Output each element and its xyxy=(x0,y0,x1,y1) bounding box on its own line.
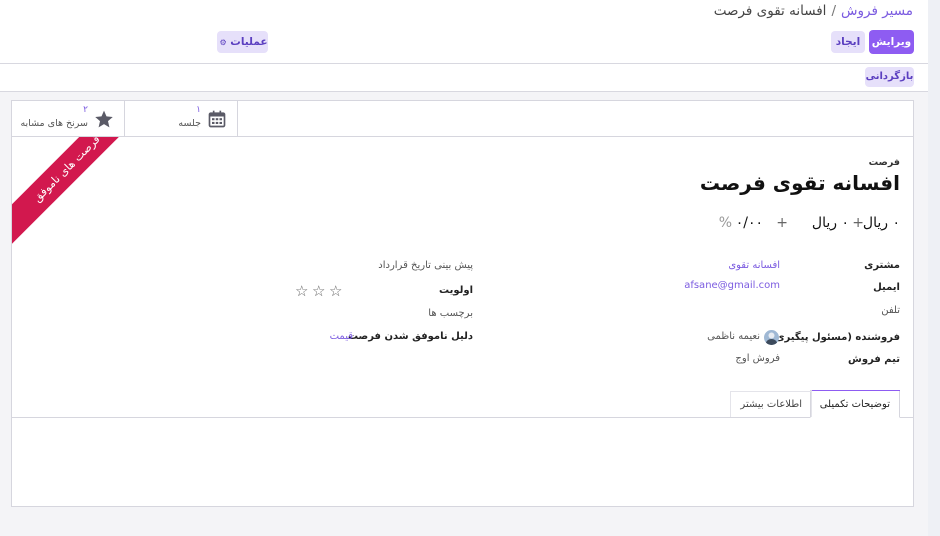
calendar-icon xyxy=(208,110,226,128)
salesperson-label: فروشنده (مسئول پیگیری) xyxy=(770,332,900,343)
lost-reason-link[interactable]: قیمت xyxy=(330,331,353,342)
recurring-revenue[interactable]: ۰ ریال xyxy=(812,215,849,231)
meetings-button[interactable]: ۱ جلسه xyxy=(125,101,238,136)
breadcrumb-current: افسانه تقوی فرصت xyxy=(713,3,827,19)
breadcrumb-parent-link[interactable]: مسیر فروش xyxy=(841,3,913,19)
gear-icon: ⚙ xyxy=(219,38,227,47)
breadcrumb: مسیر فروش /افسانه تقوی فرصت xyxy=(714,3,913,19)
breadcrumb-separator: / xyxy=(831,3,836,19)
similar-leads-label: سرنخ های مشابه xyxy=(20,118,88,129)
record-type-label: فرصت xyxy=(868,157,900,168)
plus-sign-2: + xyxy=(776,215,788,231)
email-link[interactable]: afsane@gmail.com xyxy=(684,280,780,291)
salesperson-value[interactable]: نعیمه ناظمی xyxy=(707,331,760,342)
actions-button[interactable]: ⚙ عملیات xyxy=(217,31,268,53)
expected-revenue[interactable]: ۰ ریال xyxy=(863,215,900,231)
tab-extra-info[interactable]: اطلاعات بیشتر xyxy=(730,391,812,417)
customer-link[interactable]: افسانه تقوی xyxy=(728,260,780,271)
priority-label: اولویت xyxy=(438,285,473,296)
meetings-label: جلسه xyxy=(178,118,201,129)
priority-star-1-icon[interactable]: ☆ xyxy=(329,282,342,300)
lost-ribbon: فرصت های ناموفق xyxy=(12,137,132,257)
sales-team-value[interactable]: فروش اوج xyxy=(735,353,780,364)
scrollbar[interactable] xyxy=(928,0,940,536)
tab-internal-notes[interactable]: توضیحات تکمیلی xyxy=(809,390,900,418)
active-tab-indicator xyxy=(812,390,900,391)
form-sheet: ۲ سرنخ های مشابه ۱ جلسه فرصت های ناموفق … xyxy=(11,100,914,507)
expected-closing-label: پیش بینی تاریخ قرارداد xyxy=(378,260,473,271)
similar-leads-button[interactable]: ۲ سرنخ های مشابه xyxy=(12,101,125,136)
page-title[interactable]: افسانه تقوی فرصت xyxy=(700,171,900,195)
sales-team-label: تیم فروش xyxy=(848,354,900,365)
tags-label: برچسب ها xyxy=(428,308,473,319)
actions-label: عملیات xyxy=(230,36,268,48)
probability-value[interactable]: ۰/۰۰ xyxy=(736,215,763,231)
phone-label: تلفن xyxy=(881,305,900,316)
create-button[interactable]: ایجاد xyxy=(831,31,865,53)
priority-star-3-icon[interactable]: ☆ xyxy=(295,282,308,300)
similar-leads-count: ۲ xyxy=(83,105,88,115)
priority-star-2-icon[interactable]: ☆ xyxy=(312,282,325,300)
status-bar: بازگردانی xyxy=(0,64,940,92)
restore-button[interactable]: بازگردانی xyxy=(865,67,914,87)
smart-buttons-row: ۲ سرنخ های مشابه ۱ جلسه xyxy=(12,101,913,137)
edit-button[interactable]: ویرایش xyxy=(869,30,914,54)
star-icon xyxy=(95,110,113,128)
avatar xyxy=(764,330,779,345)
lost-ribbon-text: فرصت های ناموفق xyxy=(12,137,132,247)
control-panel: مسیر فروش/افسانه تقوی فرصت ویرایش ایجاد … xyxy=(0,0,940,64)
percent-sign: % xyxy=(718,215,732,231)
customer-label: مشتری xyxy=(864,260,900,271)
plus-sign: + xyxy=(852,215,864,231)
meetings-count: ۱ xyxy=(196,105,201,115)
user-avatar-icon xyxy=(765,332,778,345)
email-label: ایمیل xyxy=(873,282,900,293)
lost-reason-label: دلیل ناموفق شدن فرصت xyxy=(347,331,473,342)
